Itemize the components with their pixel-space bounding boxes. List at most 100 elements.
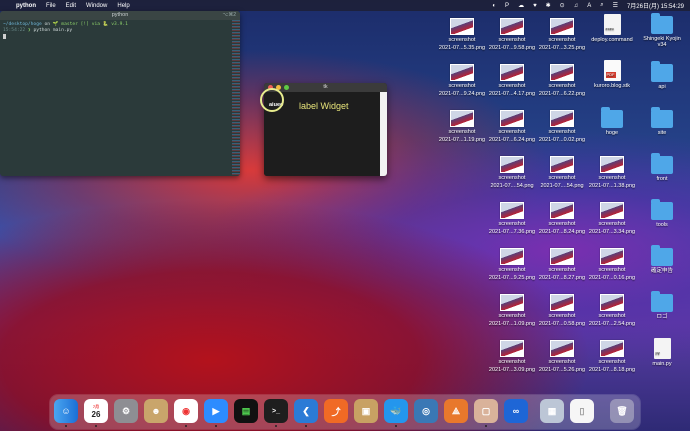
status-icon-1[interactable]: ◐ bbox=[492, 3, 496, 9]
running-indicator bbox=[95, 425, 97, 427]
control-center-icon[interactable]: ☰ bbox=[613, 2, 618, 9]
desktop-icon-screenshot[interactable]: screenshot 2021-07...8.18.png bbox=[588, 340, 636, 373]
menu-clock[interactable]: 7月26日(月) 15:54:29 bbox=[627, 1, 684, 10]
terminal-body[interactable]: ~/desktop/hoge on 🌱 master [!] via 🐍 v3.… bbox=[0, 20, 240, 43]
screenshot-thumbnail bbox=[550, 110, 574, 127]
desktop-icon-screenshot[interactable]: screenshot 2021-07...0.58.png bbox=[538, 294, 586, 327]
desktop-icon-screenshot[interactable]: screenshot 2021-07...2.54.png bbox=[588, 294, 636, 327]
desktop-icon-screenshot[interactable]: screenshot 2021-07...6.24.png bbox=[488, 110, 536, 143]
desktop-icon-kakutei-folder[interactable]: 確定申告 bbox=[638, 245, 686, 274]
system-preferences-icon[interactable]: ⚙ bbox=[114, 399, 138, 423]
folder-icon bbox=[651, 61, 673, 82]
tk-scrollbar[interactable] bbox=[380, 92, 387, 176]
running-indicator bbox=[65, 425, 67, 427]
desktop-icon-main-py[interactable]: py main.py bbox=[638, 338, 686, 367]
activity-monitor-icon[interactable]: ▤ bbox=[234, 399, 258, 423]
contacts-icon[interactable]: ☻ bbox=[144, 399, 168, 423]
desktop-icon-front-folder[interactable]: front bbox=[638, 153, 686, 182]
terminal-title: python bbox=[111, 12, 129, 18]
menu-edit[interactable]: Edit bbox=[66, 3, 76, 9]
pdf-document-icon: PDF bbox=[603, 60, 621, 81]
vscode-icon[interactable]: ❮ bbox=[294, 399, 318, 423]
desktop-icon-logo-folder[interactable]: ロゴ bbox=[638, 291, 686, 320]
desktop-icon-screenshot[interactable]: screenshot 2021-07...5.26.png bbox=[538, 340, 586, 373]
menu-bar: python File Edit Window Help ◐ P ☁ ♥ ✱ ⊙… bbox=[0, 0, 690, 11]
box-app-icon[interactable]: ▣ bbox=[354, 399, 378, 423]
chrome-icon[interactable]: ◉ bbox=[174, 399, 198, 423]
input-source-icon[interactable]: A bbox=[587, 3, 591, 9]
screenshot-thumbnail bbox=[600, 248, 624, 265]
desktop-icon-kuroro-blog[interactable]: PDF kuroro.blog.stk bbox=[588, 60, 636, 89]
screenshot-thumbnail bbox=[500, 156, 524, 173]
document-dock-icon[interactable]: ▯ bbox=[570, 399, 594, 423]
zoom-button-icon[interactable] bbox=[284, 85, 289, 90]
desktop-icon-screenshot[interactable]: screenshot 2021-07...1.09.png bbox=[488, 294, 536, 327]
desktop-icon-tools-folder[interactable]: tools bbox=[638, 199, 686, 228]
folder-icon bbox=[601, 107, 623, 128]
desktop-icon-screenshot[interactable]: screenshot 2021-07...7.36.png bbox=[488, 202, 536, 235]
desktop-icon-screenshot[interactable]: screenshot 2021-07...5.35.png bbox=[438, 18, 486, 51]
desktop-icon-screenshot[interactable]: screenshot 2021-07...4.17.png bbox=[488, 64, 536, 97]
desktop-icon-site-folder[interactable]: site bbox=[638, 107, 686, 136]
terminal-titlebar[interactable]: python ⌥⌘2 bbox=[0, 11, 240, 20]
calendar-icon[interactable]: 7月 26 bbox=[84, 399, 108, 423]
menu-window[interactable]: Window bbox=[86, 3, 107, 9]
desktop-icon-screenshot[interactable]: screenshot 2021-07...0.16.png bbox=[588, 248, 636, 281]
menu-file[interactable]: File bbox=[46, 3, 56, 9]
desktop-icon-screenshot[interactable]: screenshot 2021-07...3.34.png bbox=[588, 202, 636, 235]
running-indicator bbox=[395, 425, 397, 427]
folder-icon bbox=[651, 245, 673, 266]
desktop-icon-screenshot[interactable]: screenshot 2021-07...3.09.png bbox=[488, 340, 536, 373]
screenshot-thumbnail bbox=[500, 248, 524, 265]
desktop-icon-api-folder[interactable]: api bbox=[638, 61, 686, 90]
desktop-icon-hoge[interactable]: hoge bbox=[588, 107, 636, 136]
desktop-icon-screenshot[interactable]: screenshot 2021-07...8.27.png bbox=[538, 248, 586, 281]
desktop-icon-screenshot[interactable]: screenshot 2021-07....54.png bbox=[538, 156, 586, 189]
infinity-app-icon[interactable]: ∞ bbox=[504, 399, 528, 423]
screenshot-thumbnail bbox=[600, 294, 624, 311]
finder-icon[interactable]: ☺ bbox=[54, 399, 78, 423]
spotlight-icon[interactable]: ⌕ bbox=[600, 2, 603, 9]
screenshot-thumbnail bbox=[500, 340, 524, 357]
screenshot-thumbnail bbox=[550, 340, 574, 357]
desktop-icon-screenshot[interactable]: screenshot 2021-07...1.19.png bbox=[438, 110, 486, 143]
desktop-icon-screenshot[interactable]: screenshot 2021-07...1.38.png bbox=[588, 156, 636, 189]
status-icon-p[interactable]: P bbox=[505, 3, 509, 9]
quicktime-icon[interactable]: ◎ bbox=[414, 399, 438, 423]
screenshot-thumbnail bbox=[550, 294, 574, 311]
heart-icon[interactable]: ♥ bbox=[533, 3, 537, 9]
tk-titlebar[interactable]: tk bbox=[264, 83, 387, 92]
terminal-scrollbar[interactable] bbox=[232, 20, 240, 176]
desktop-icon-screenshot[interactable]: screenshot 2021-07...8.24.png bbox=[538, 202, 586, 235]
terminal-app-icon[interactable]: >_ bbox=[264, 399, 288, 423]
preview-app-icon[interactable]: ▢ bbox=[474, 399, 498, 423]
terminal-on: on bbox=[41, 22, 53, 27]
menu-help[interactable]: Help bbox=[117, 3, 129, 9]
desktop-icon-screenshot[interactable]: screenshot 2021-07....54.png bbox=[488, 156, 536, 189]
desktop-icon-screenshot[interactable]: screenshot 2021-07...6.22.png bbox=[538, 64, 586, 97]
git-app-icon[interactable]: ⟁ bbox=[444, 399, 468, 423]
bluetooth-icon[interactable]: ✱ bbox=[546, 2, 551, 9]
terminal-window[interactable]: python ⌥⌘2 ~/desktop/hoge on 🌱 master [!… bbox=[0, 11, 240, 176]
docker-icon[interactable]: 🐳 bbox=[384, 399, 408, 423]
desktop-icon-deploy-command[interactable]: exec deploy.command bbox=[588, 14, 636, 43]
wifi-icon[interactable]: ⊙ bbox=[560, 2, 565, 9]
screenshot-thumbnail bbox=[550, 64, 574, 81]
terminal-time: 15:54:22 bbox=[3, 28, 26, 33]
click-highlight-ring bbox=[260, 88, 284, 112]
screenshot-thumbnail bbox=[450, 110, 474, 127]
screenshot-folder-dock-icon[interactable]: ▦ bbox=[540, 399, 564, 423]
label-widget: label Widget bbox=[299, 101, 349, 111]
zoom-icon[interactable]: ▶ bbox=[204, 399, 228, 423]
desktop-icon-screenshot[interactable]: screenshot 2021-07...0.02.png bbox=[538, 110, 586, 143]
trash-icon[interactable]: 🗑 bbox=[610, 399, 634, 423]
desktop-icon-screenshot[interactable]: screenshot 2021-07...9.24.png bbox=[438, 64, 486, 97]
music-icon[interactable]: ♫ bbox=[574, 3, 579, 9]
desktop-icon-screenshot[interactable]: screenshot 2021-07...9.25.png bbox=[488, 248, 536, 281]
desktop-icon-shingeki-folder[interactable]: Shingeki Kyojin v34 bbox=[638, 13, 686, 48]
menu-app-python[interactable]: python bbox=[16, 3, 36, 9]
chart-app-icon[interactable]: ⤴ bbox=[324, 399, 348, 423]
cloud-icon[interactable]: ☁ bbox=[518, 2, 524, 9]
desktop-icon-screenshot[interactable]: screenshot 2021-07...3.25.png bbox=[538, 18, 586, 51]
desktop-icon-screenshot[interactable]: screenshot 2021-07...9.58.png bbox=[488, 18, 536, 51]
